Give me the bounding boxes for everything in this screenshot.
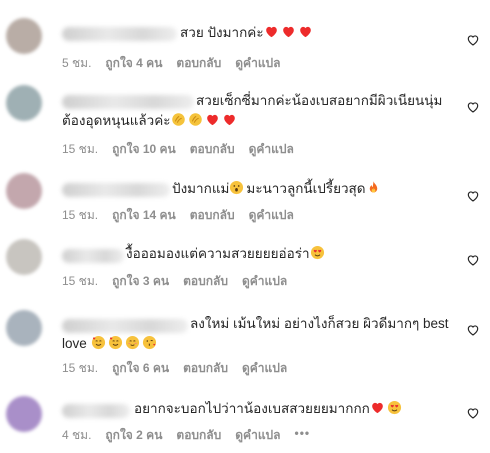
comment-item: ลงใหม่ เม้นใหม่ อย่างไงก็สวย ผิวดีมากๆ b… bbox=[0, 292, 490, 384]
reply-button[interactable]: ตอบกลับ bbox=[176, 54, 221, 73]
likes-count[interactable]: ถูกใจ 14 คน bbox=[112, 206, 176, 225]
comment-time[interactable]: 15 ชม. bbox=[62, 206, 98, 225]
red-heart-emoji bbox=[370, 400, 385, 415]
translate-button[interactable]: ดูคำแปล bbox=[249, 140, 294, 159]
comment-time[interactable]: 15 ชม. bbox=[62, 272, 98, 291]
likes-count[interactable]: ถูกใจ 3 คน bbox=[112, 272, 169, 291]
comment-body-continued: มะนาวลูกนี้เปรี้ยวสุด bbox=[246, 181, 366, 196]
smiling-hearts-emoji bbox=[108, 335, 123, 350]
comment-item: สวย ปังมากค่ะ 5 ชม. ถูกใจ 4 คน ตอบกลับ ด… bbox=[0, 0, 490, 75]
like-heart-icon[interactable] bbox=[466, 323, 480, 337]
translate-button[interactable]: ดูคำแปล bbox=[242, 272, 287, 291]
like-heart-icon[interactable] bbox=[466, 189, 480, 203]
comment-text: ปังมากแม่ มะนาวลูกนี้เปรี้ยวสุด bbox=[62, 179, 452, 199]
red-heart-emoji bbox=[264, 24, 279, 39]
reply-button[interactable]: ตอบกลับ bbox=[183, 359, 228, 378]
fire-emoji bbox=[366, 180, 381, 195]
comment-item: งื้อออมองแต่ความสวยยยยอ่อร่า 15 ชม. ถูกใ… bbox=[0, 227, 490, 292]
avatar[interactable] bbox=[6, 85, 42, 121]
comment-body: งื้อออมองแต่ความสวยยยยอ่อร่า bbox=[126, 246, 310, 261]
comment-text: สวย ปังมากค่ะ bbox=[62, 23, 480, 43]
clapping-hands-emoji bbox=[171, 112, 186, 127]
comment-text: งื้อออมองแต่ความสวยยยยอ่อร่า bbox=[62, 244, 452, 264]
comment-time[interactable]: 5 ชม. bbox=[62, 54, 91, 73]
comment-text: อยากจะบอกไปว่าาน้องเบสสวยยยมากกก bbox=[62, 399, 452, 419]
comment-time[interactable]: 15 ชม. bbox=[62, 140, 98, 159]
reply-button[interactable]: ตอบกลับ bbox=[183, 272, 228, 291]
comment-body-line2: love bbox=[62, 336, 87, 351]
red-heart-emoji bbox=[298, 24, 313, 39]
likes-count[interactable]: ถูกใจ 2 คน bbox=[105, 426, 162, 445]
comment-text: ลงใหม่ เม้นใหม่ อย่างไงก็สวย ผิวดีมากๆ b… bbox=[62, 314, 452, 354]
comment-list: สวย ปังมากค่ะ 5 ชม. ถูกใจ 4 คน ตอบกลับ ด… bbox=[0, 0, 490, 453]
comment-time[interactable]: 15 ชม. bbox=[62, 359, 98, 378]
avatar[interactable] bbox=[6, 396, 42, 432]
comment-body: สวย ปังมากค่ะ bbox=[180, 25, 264, 40]
smiling-hearts-emoji bbox=[91, 335, 106, 350]
reply-button[interactable]: ตอบกลับ bbox=[176, 426, 221, 445]
comment-text: สวยเซ็กซี่มากค่ะน้องเบสอยากมีผิวเนียนนุ่… bbox=[62, 91, 452, 131]
kissing-emoji bbox=[142, 335, 157, 350]
likes-count[interactable]: ถูกใจ 4 คน bbox=[105, 54, 162, 73]
comment-time[interactable]: 4 ชม. bbox=[62, 426, 91, 445]
heart-eyes-emoji bbox=[387, 400, 402, 415]
likes-count[interactable]: ถูกใจ 6 คน bbox=[112, 359, 169, 378]
red-heart-emoji bbox=[281, 24, 296, 39]
red-heart-emoji bbox=[222, 112, 237, 127]
comment-body-line2: ต้องอุดหนุนแล้วค่ะ bbox=[62, 113, 171, 128]
comment-body: ปังมากแม่ bbox=[172, 181, 230, 196]
heart-eyes-emoji bbox=[310, 245, 325, 260]
more-options-button[interactable]: ••• bbox=[295, 426, 311, 445]
like-heart-icon[interactable] bbox=[466, 406, 480, 420]
avatar[interactable] bbox=[6, 310, 42, 346]
comment-body: อยากจะบอกไปว่าาน้องเบสสวยยยมากกก bbox=[134, 401, 370, 416]
comment-item: สวยเซ็กซี่มากค่ะน้องเบสอยากมีผิวเนียนนุ่… bbox=[0, 75, 490, 167]
comment-item: อยากจะบอกไปว่าาน้องเบสสวยยยมากกก 4 ชม. ถ… bbox=[0, 384, 490, 453]
translate-button[interactable]: ดูคำแปล bbox=[249, 206, 294, 225]
reply-button[interactable]: ตอบกลับ bbox=[190, 206, 235, 225]
like-heart-icon[interactable] bbox=[466, 253, 480, 267]
red-heart-emoji bbox=[205, 112, 220, 127]
like-heart-icon[interactable] bbox=[466, 100, 480, 114]
translate-button[interactable]: ดูคำแปล bbox=[235, 426, 280, 445]
comment-item: ปังมากแม่ มะนาวลูกนี้เปรี้ยวสุด 15 ชม. ถู… bbox=[0, 167, 490, 227]
comment-body-line1: ลงใหม่ เม้นใหม่ อย่างไงก็สวย ผิวดีมากๆ b… bbox=[190, 316, 449, 331]
blushing-emoji bbox=[125, 335, 140, 350]
avatar[interactable] bbox=[6, 239, 42, 275]
astonished-face-emoji bbox=[229, 180, 244, 195]
translate-button[interactable]: ดูคำแปล bbox=[242, 359, 287, 378]
translate-button[interactable]: ดูคำแปล bbox=[235, 54, 280, 73]
likes-count[interactable]: ถูกใจ 10 คน bbox=[112, 140, 176, 159]
like-heart-icon[interactable] bbox=[466, 33, 480, 47]
comment-body-line1: สวยเซ็กซี่มากค่ะน้องเบสอยากมีผิวเนียนนุ่… bbox=[196, 93, 443, 108]
avatar[interactable] bbox=[6, 173, 42, 209]
clapping-hands-emoji bbox=[188, 112, 203, 127]
reply-button[interactable]: ตอบกลับ bbox=[190, 140, 235, 159]
avatar[interactable] bbox=[6, 18, 42, 54]
